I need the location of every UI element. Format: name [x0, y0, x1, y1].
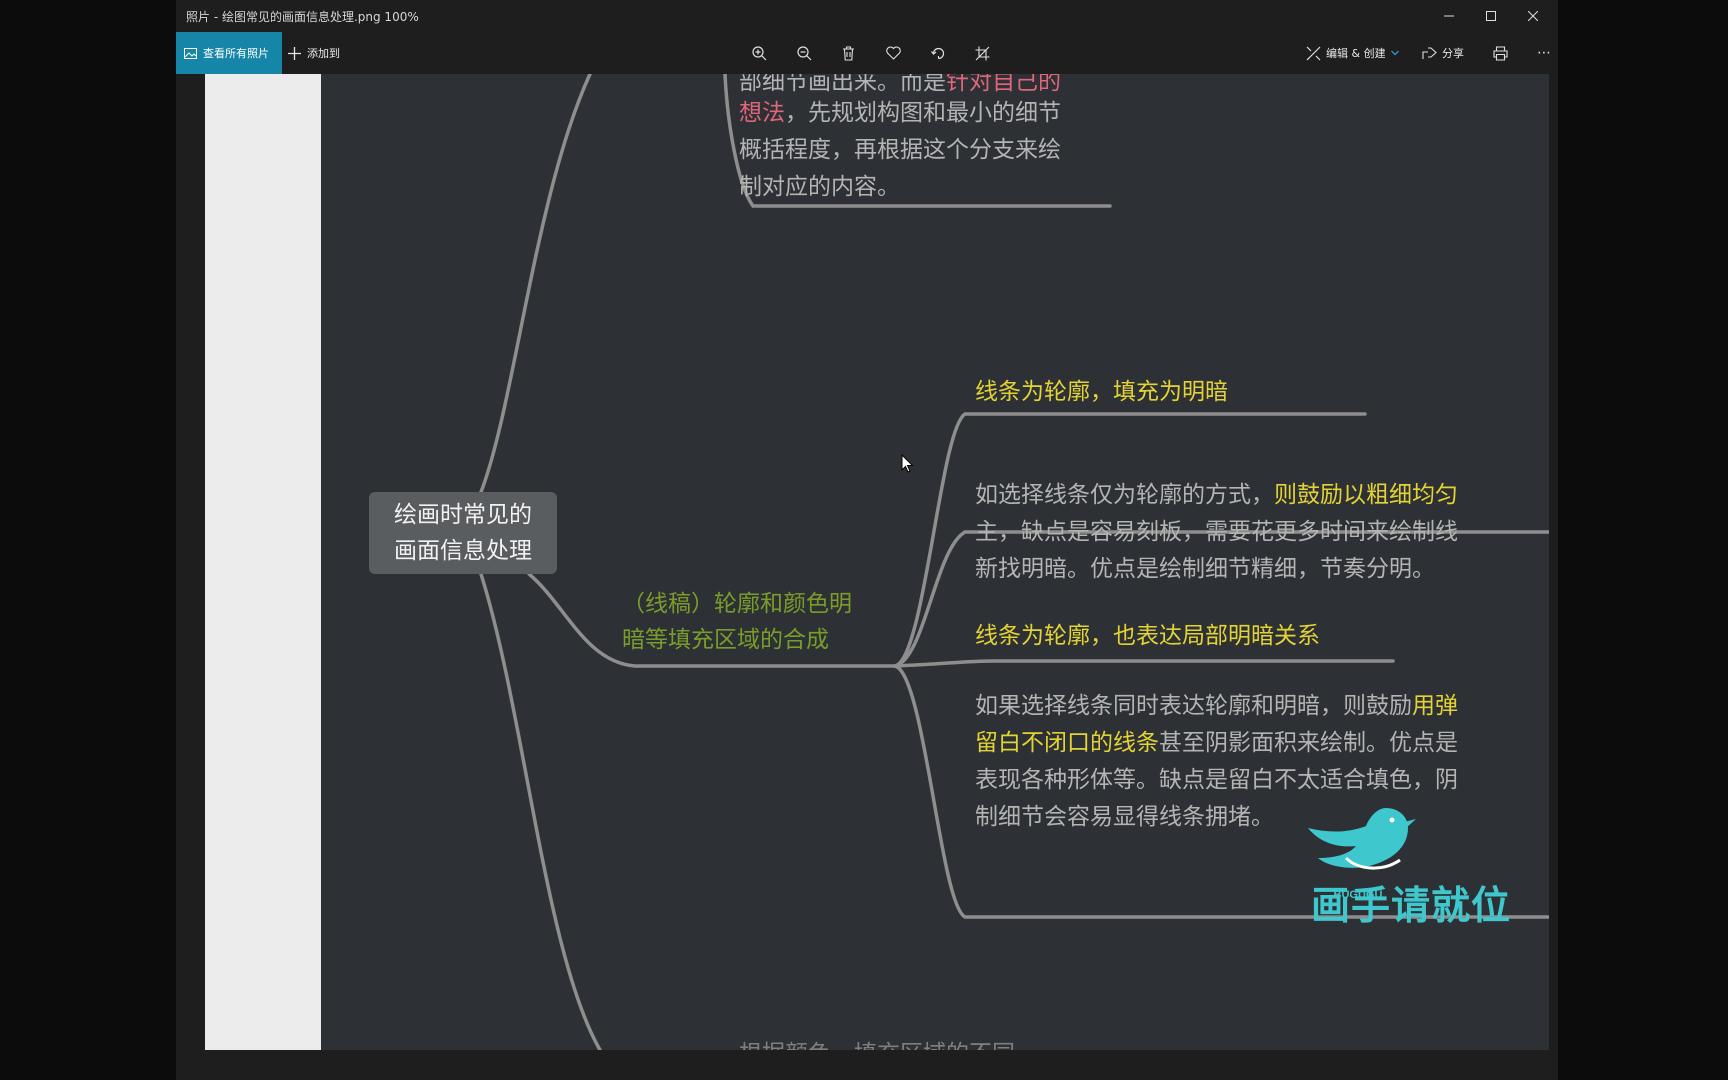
maximize-button[interactable] — [1470, 0, 1512, 32]
view-all-photos-button[interactable]: 查看所有照片 — [176, 32, 282, 74]
edit-create-button[interactable]: 编辑 & 创建 — [1306, 32, 1399, 74]
close-button[interactable] — [1512, 0, 1554, 32]
minimize-button[interactable] — [1428, 0, 1470, 32]
sub1-line-3: 新找明暗。优点是绘制细节精细，节奏分明。 — [975, 556, 1435, 582]
window-title: 照片 - 绘图常见的画面信息处理.png 100% — [186, 10, 419, 24]
rotate-icon — [930, 47, 944, 59]
root-line-2: 画面信息处理 — [394, 538, 532, 564]
add-to-label: 添加到 — [307, 47, 340, 60]
share-button[interactable]: 分享 — [1422, 32, 1464, 74]
share-label: 分享 — [1442, 47, 1464, 60]
mindmap-root-node: 绘画时常见的 画面信息处理 — [369, 492, 557, 574]
edit-create-label: 编辑 & 创建 — [1326, 47, 1386, 60]
sub1-line-1: 如选择线条仅为轮廓的方式，则鼓励以粗细均匀 — [975, 482, 1458, 508]
add-to-button[interactable]: 添加到 — [288, 32, 340, 74]
crop-button[interactable] — [964, 32, 1000, 74]
delete-icon — [842, 45, 854, 61]
close-icon — [1528, 11, 1538, 21]
top-note-line-3: 概括程度，再根据这个分支来绘 — [739, 137, 1061, 163]
maximize-icon — [1486, 11, 1496, 21]
rotate-button[interactable] — [920, 32, 956, 74]
top-note-line-4: 制对应的内容。 — [739, 174, 900, 200]
branch-label-line-1: （线稿）轮廓和颜色明 — [622, 591, 852, 617]
toolbar: 查看所有照片 添加到 编辑 & 创建 分享 ⋯ — [176, 32, 1558, 74]
minimize-icon — [1444, 15, 1454, 17]
zoom-in-icon — [751, 45, 766, 60]
bottom-partial-node: 根据颜色，填充区域的不同 — [739, 1036, 1015, 1050]
photos-icon — [184, 47, 197, 59]
chevron-down-icon — [1390, 50, 1399, 56]
heart-icon — [885, 46, 901, 60]
top-note-line-2: 想法，先规划构图和最小的细节 — [739, 100, 1061, 126]
zoom-out-button[interactable] — [786, 32, 822, 74]
plus-icon — [288, 46, 301, 60]
sub1-line-2: 主，缺点是容易刻板，需要花更多时间来绘制线 — [975, 519, 1458, 545]
delete-button[interactable] — [830, 32, 866, 74]
print-icon — [1492, 45, 1508, 61]
sub2-line-3: 表现各种形体等。缺点是留白不太适合填色，阴 — [975, 767, 1458, 793]
mouse-cursor-icon — [901, 454, 914, 473]
zoom-in-button[interactable] — [741, 32, 777, 74]
zoom-out-icon — [796, 45, 811, 60]
watermark-text: 画手请就位 — [1311, 884, 1512, 929]
sub1-title: 线条为轮廓，填充为明暗 — [975, 379, 1228, 405]
view-all-photos-label: 查看所有照片 — [203, 47, 269, 60]
branch-label-line-2: 暗等填充区域的合成 — [622, 627, 829, 653]
edit-icon — [1306, 46, 1321, 60]
crop-icon — [975, 46, 989, 60]
sub2-title: 线条为轮廓，也表达局部明暗关系 — [975, 623, 1320, 649]
title-bar: 照片 - 绘图常见的画面信息处理.png 100% — [176, 0, 1558, 32]
favorite-button[interactable] — [875, 32, 911, 74]
sub2-line-2: 留白不闭口的线条甚至阴影面积来绘制。优点是 — [975, 730, 1458, 756]
share-icon — [1422, 47, 1437, 59]
print-button[interactable] — [1482, 32, 1518, 74]
root-line-1: 绘画时常见的 — [394, 502, 532, 528]
sub2-line-1: 如果选择线条同时表达轮廓和明暗，则鼓励用弹 — [975, 693, 1458, 719]
more-button[interactable]: ⋯ — [1526, 32, 1558, 74]
